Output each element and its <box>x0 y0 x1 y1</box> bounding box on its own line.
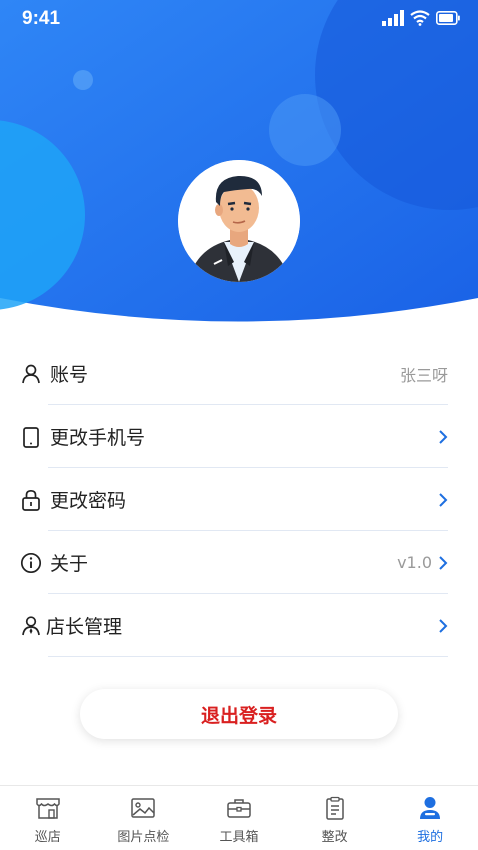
menu-item-manager[interactable]: 店长管理 <box>0 594 478 657</box>
clipboard-icon <box>325 796 344 820</box>
battery-icon <box>436 11 460 25</box>
menu-item-label: 关于 <box>50 553 89 575</box>
status-bar: 9:41 <box>0 0 478 40</box>
phone-icon <box>20 426 42 448</box>
divider <box>48 656 448 657</box>
status-time: 9:41 <box>22 8 61 29</box>
chevron-right-icon <box>439 555 448 570</box>
tab-label: 巡店 <box>34 830 61 845</box>
menu-item-change-password[interactable]: 更改密码 <box>0 468 478 531</box>
wifi-icon <box>410 10 430 26</box>
toolbox-icon <box>227 799 251 818</box>
version-value: v1.0 <box>397 553 432 572</box>
menu-item-label: 账号 <box>50 364 89 386</box>
tab-store-patrol[interactable]: 巡店 <box>0 786 96 850</box>
tab-rectification[interactable]: 整改 <box>287 786 383 850</box>
menu-item-account[interactable]: 账号 张三呀 <box>0 342 478 405</box>
tab-toolbox[interactable]: 工具箱 <box>191 786 287 850</box>
store-icon <box>36 798 60 819</box>
tab-image-check[interactable]: 图片点检 <box>96 786 192 850</box>
chevron-right-icon <box>439 618 448 633</box>
avatar[interactable] <box>178 160 300 282</box>
settings-menu: 账号 张三呀 更改手机号 更改密码 关于 v1.0 店长管理 <box>0 342 478 657</box>
tab-label: 图片点检 <box>117 830 170 845</box>
chevron-right-icon <box>439 492 448 507</box>
menu-item-label: 店长管理 <box>46 616 123 638</box>
status-icons <box>382 10 460 26</box>
tab-label: 工具箱 <box>219 830 259 845</box>
user-avatar-illustration <box>178 160 300 282</box>
menu-item-label: 更改密码 <box>50 490 127 512</box>
tab-label: 我的 <box>417 830 444 845</box>
manager-icon <box>20 615 42 637</box>
profile-icon <box>420 797 441 819</box>
chevron-right-icon <box>439 429 448 444</box>
image-icon <box>131 798 156 818</box>
lock-icon <box>20 489 42 511</box>
menu-item-about[interactable]: 关于 v1.0 <box>0 531 478 594</box>
logout-button[interactable]: 退出登录 <box>80 689 398 739</box>
tab-mine[interactable]: 我的 <box>382 786 478 850</box>
user-icon <box>20 363 42 385</box>
tab-label: 整改 <box>321 830 348 845</box>
account-name-value: 张三呀 <box>399 365 448 385</box>
bottom-tab-bar: 巡店 图片点检 工具箱 整改 我的 <box>0 785 478 850</box>
menu-item-change-phone[interactable]: 更改手机号 <box>0 405 478 468</box>
signal-icon <box>382 10 404 26</box>
info-icon <box>20 552 42 574</box>
menu-item-label: 更改手机号 <box>50 427 146 449</box>
